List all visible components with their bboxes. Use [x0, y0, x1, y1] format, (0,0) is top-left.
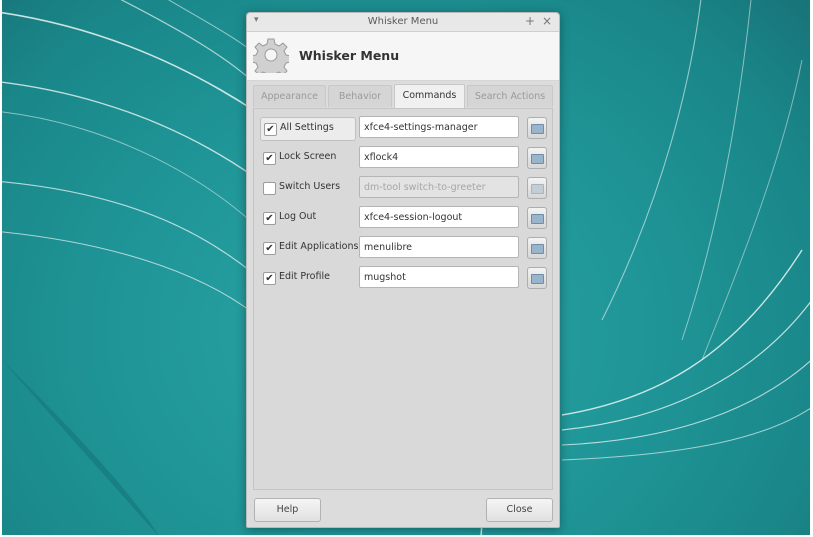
title-bar[interactable]: ▾ Whisker Menu + ×	[247, 13, 559, 32]
switch-users-browse-button	[527, 177, 547, 199]
all-settings-browse-button[interactable]	[527, 117, 547, 139]
all-settings-checkbox[interactable]: ✔ All Settings	[260, 117, 356, 141]
all-settings-command-field[interactable]: xfce4-settings-manager	[359, 116, 519, 138]
checkbox-icon	[263, 182, 276, 195]
folder-icon	[531, 124, 544, 134]
tab-appearance[interactable]: Appearance	[253, 85, 326, 107]
tab-behavior[interactable]: Behavior	[328, 85, 392, 107]
log-out-command-field[interactable]: xfce4-session-logout	[359, 206, 519, 228]
maximize-icon[interactable]: +	[525, 14, 535, 28]
window-title: Whisker Menu	[367, 16, 439, 27]
command-row-switch-users: Switch Users dm-tool switch-to-greeter	[254, 176, 552, 202]
close-icon[interactable]: ×	[542, 14, 552, 28]
dialog-header: Whisker Menu	[247, 32, 559, 81]
switch-users-command-field: dm-tool switch-to-greeter	[359, 176, 519, 198]
edit-applications-command-field[interactable]: menulibre	[359, 236, 519, 258]
tab-commands[interactable]: Commands	[394, 84, 465, 108]
edit-applications-browse-button[interactable]	[527, 237, 547, 259]
command-row-lock-screen: ✔ Lock Screen xflock4	[254, 146, 552, 172]
switch-users-checkbox[interactable]: Switch Users	[260, 177, 354, 199]
folder-icon	[531, 274, 544, 284]
checkbox-icon: ✔	[263, 212, 276, 225]
lock-screen-command-field[interactable]: xflock4	[359, 146, 519, 168]
checkbox-icon: ✔	[263, 152, 276, 165]
edit-profile-command-field[interactable]: mugshot	[359, 266, 519, 288]
folder-icon	[531, 154, 544, 164]
page-title: Whisker Menu	[299, 48, 400, 63]
tab-search-actions[interactable]: Search Actions	[467, 85, 553, 107]
log-out-checkbox[interactable]: ✔ Log Out	[260, 207, 354, 229]
folder-icon	[531, 214, 544, 224]
checkbox-icon: ✔	[263, 272, 276, 285]
whisker-menu-settings-window: ▾ Whisker Menu + × Whisker Menu Appearan…	[246, 12, 560, 528]
help-button[interactable]: Help	[254, 498, 321, 522]
command-row-edit-profile: ✔ Edit Profile mugshot	[254, 266, 552, 292]
edit-applications-checkbox[interactable]: ✔ Edit Applications	[260, 237, 358, 259]
folder-icon	[531, 244, 544, 254]
commands-panel: ✔ All Settings xfce4-settings-manager ✔ …	[253, 108, 553, 490]
log-out-browse-button[interactable]	[527, 207, 547, 229]
checkbox-icon: ✔	[264, 123, 277, 136]
tab-bar: Appearance Behavior Commands Search Acti…	[253, 84, 553, 108]
command-row-edit-applications: ✔ Edit Applications menulibre	[254, 236, 552, 262]
close-button[interactable]: Close	[486, 498, 553, 522]
lock-screen-browse-button[interactable]	[527, 147, 547, 169]
command-row-log-out: ✔ Log Out xfce4-session-logout	[254, 206, 552, 232]
gear-icon	[253, 38, 289, 73]
edit-profile-checkbox[interactable]: ✔ Edit Profile	[260, 267, 354, 289]
lock-screen-checkbox[interactable]: ✔ Lock Screen	[260, 147, 354, 169]
command-row-all-settings: ✔ All Settings xfce4-settings-manager	[254, 116, 552, 142]
edit-profile-browse-button[interactable]	[527, 267, 547, 289]
checkbox-icon: ✔	[263, 242, 276, 255]
folder-icon	[531, 184, 544, 194]
